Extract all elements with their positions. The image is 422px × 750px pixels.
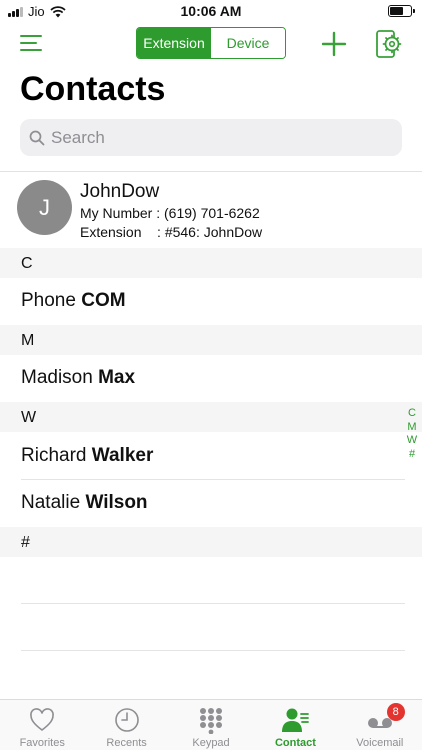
keypad-icon [200,708,223,734]
section-letter: M [21,332,35,349]
phone-settings-button[interactable] [375,29,403,59]
section-index-bar[interactable]: C M W # [406,407,418,461]
tab-bar: Favorites Recents Keypad Contact 8 Voice… [0,699,422,750]
search-icon [29,130,45,145]
index-letter[interactable]: C [408,407,416,421]
search-placeholder: Search [51,127,105,147]
segment-device[interactable]: Device [211,28,285,58]
index-letter[interactable]: # [409,448,415,462]
search-input[interactable]: Search [20,119,402,156]
tab-keypad[interactable]: Keypad [169,700,253,750]
tab-label: Contact [274,737,316,749]
plus-icon [321,31,347,57]
status-bar: Jio 10:06 AM [0,0,422,22]
row-divider [21,603,405,604]
section-header-w: W [0,402,422,432]
avatar: J [17,180,72,235]
my-name: JohnDow [80,181,160,202]
contact-row[interactable]: Phone COM [0,278,405,324]
contact-row[interactable]: Madison Max [0,355,405,401]
status-time: 10:06 AM [180,3,242,19]
section-header-m: M [0,325,422,355]
contact-name: Natalie Wilson [21,492,148,513]
contact-icon [282,708,310,732]
battery-icon [388,5,415,17]
toolbar: Extension Device [0,26,422,62]
contact-name: Madison Max [21,367,136,388]
section-header-hash: # [0,527,422,557]
section-letter: # [21,534,30,551]
add-contact-button[interactable] [320,30,348,58]
contact-row[interactable]: Richard Walker [0,433,405,479]
tab-label: Favorites [19,737,65,749]
index-letter[interactable]: M [407,421,416,435]
phone-gear-icon [376,30,402,58]
clock-icon [114,708,139,732]
heart-icon [30,708,55,732]
contact-name: Richard Walker [21,445,154,466]
page-title: Contacts [20,70,166,108]
tab-label: Recents [106,737,147,749]
tab-voicemail[interactable]: 8 Voicemail [338,700,422,750]
tab-recents[interactable]: Recents [84,700,168,750]
tab-favorites[interactable]: Favorites [0,700,84,750]
section-header-c: C [0,248,422,278]
voicemail-badge: 8 [386,703,405,721]
my-number: My Number : (619) 701-6262 [80,205,260,221]
index-letter[interactable]: W [407,434,417,448]
tab-label: Keypad [192,737,230,749]
tab-label: Voicemail [356,737,404,749]
section-letter: W [21,409,37,426]
my-contact-card[interactable]: J JohnDow My Number : (619) 701-6262 Ext… [0,172,422,248]
section-letter: C [21,255,33,272]
menu-button[interactable] [20,32,46,54]
contact-row[interactable]: Natalie Wilson [0,480,405,526]
row-divider [21,650,405,651]
contact-name: Phone COM [21,290,126,311]
my-extension: Extension : #546: JohnDow [80,224,263,240]
tab-contact[interactable]: Contact [253,700,337,750]
view-segmented-control: Extension Device [136,27,286,59]
segment-extension[interactable]: Extension [137,28,211,58]
